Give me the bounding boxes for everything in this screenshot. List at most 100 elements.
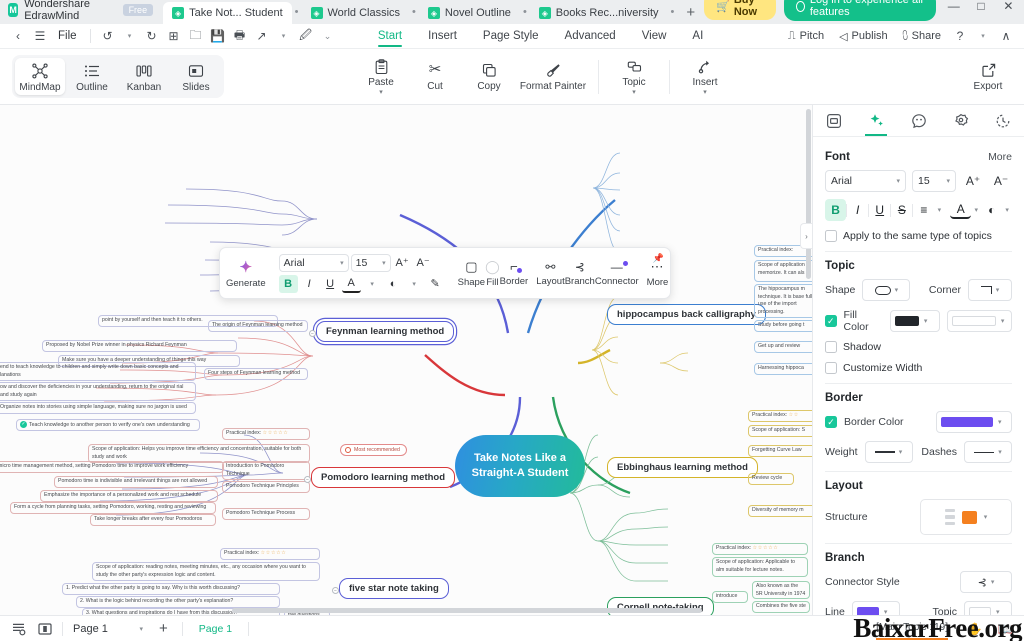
topic-button[interactable]: Topic ▾ xyxy=(608,56,660,97)
panel-font-size-select[interactable]: 15 ▾ xyxy=(912,170,956,192)
topic-caret-icon[interactable]: ▾ xyxy=(632,89,636,96)
insert-caret-icon[interactable]: ▾ xyxy=(703,89,707,96)
topic-pomodoro[interactable]: Pomodoro learning method xyxy=(311,467,456,488)
border-button[interactable]: ⌐ Border xyxy=(500,259,529,287)
topic-five-star[interactable]: five star note taking xyxy=(339,578,449,599)
panel-highlight-button[interactable]: ◐ xyxy=(981,199,1002,221)
border-color-swatch[interactable]: ▾ xyxy=(936,411,1012,433)
redo-icon[interactable]: ↻ xyxy=(142,26,162,46)
subtopic[interactable]: Pomodoro Technique Principles xyxy=(222,481,310,493)
buy-now-button[interactable]: 🛒 Buy Now xyxy=(704,0,777,20)
border-color-checkbox[interactable]: ✓ xyxy=(825,416,837,428)
subtopic[interactable]: The hippocampus m technique. It is base … xyxy=(754,284,812,318)
layout-button[interactable]: ⚯ Layout xyxy=(536,260,565,287)
subtopic[interactable]: Harnessing hippoca xyxy=(754,363,812,375)
subtopic[interactable]: Emphasize the importance of a personaliz… xyxy=(40,490,218,502)
most-recommended-badge[interactable]: Most recommended xyxy=(340,444,407,456)
shape-select[interactable]: ▾ xyxy=(862,279,911,301)
page-chip[interactable]: Page 1 xyxy=(189,623,242,635)
view-slides-button[interactable]: Slides xyxy=(171,58,221,95)
customize-width-checkbox[interactable] xyxy=(825,362,837,374)
subtopic-teach[interactable]: ✓ Teach knowledge to another person to ve… xyxy=(16,419,200,432)
font-more-button[interactable]: More xyxy=(988,151,1012,163)
subtopic[interactable]: Study before going t xyxy=(754,320,812,332)
subtopic[interactable]: Combines the five ste xyxy=(752,601,810,613)
collapse-handle-pomodoro[interactable]: − xyxy=(304,476,311,483)
subtopic[interactable]: 1. Predict what the other party is going… xyxy=(62,583,280,595)
highlight-caret-icon[interactable]: ▾ xyxy=(1002,199,1012,221)
save-icon[interactable]: 💾 xyxy=(208,26,228,46)
apply-same-type-row[interactable]: Apply to the same type of topics xyxy=(825,230,1012,242)
corner-select[interactable]: ▾ xyxy=(968,279,1012,301)
panel-collapse-button[interactable]: › xyxy=(800,223,812,249)
doc-tab-0[interactable]: ◈ Take Not... Student xyxy=(163,2,292,24)
collapse-handle-five-star[interactable]: − xyxy=(332,587,339,594)
back-icon[interactable]: ‹ xyxy=(8,26,28,46)
subtopic[interactable]: Scope of application memorize. It can al… xyxy=(754,260,812,282)
align-caret-icon[interactable]: ▾ xyxy=(935,199,945,221)
canvas-vertical-scrollbar[interactable] xyxy=(806,109,811,279)
border-weight-select[interactable]: ▾ xyxy=(864,441,913,463)
subtopic[interactable]: Scope of application: reading notes, mee… xyxy=(92,562,320,582)
underline-button[interactable]: U xyxy=(321,275,340,293)
open-file-icon[interactable]: 🗀 xyxy=(186,26,206,46)
shape-button[interactable]: ▢ Shape xyxy=(458,259,485,288)
doc-tab-3[interactable]: ◈ Books Rec...niversity xyxy=(530,2,668,24)
maximize-button[interactable]: □ xyxy=(971,0,990,16)
border-dashes-select[interactable]: ▾ xyxy=(964,441,1012,463)
panel-align-button[interactable]: ≡ xyxy=(913,199,934,221)
panel-bold-button[interactable]: B xyxy=(825,199,847,221)
hamburger-icon[interactable]: ☰ xyxy=(30,26,50,46)
ribbon-tab-view[interactable]: View xyxy=(642,28,667,45)
font-family-select[interactable]: Arial ▾ xyxy=(278,253,349,272)
panel-decrease-font-button[interactable]: A⁻ xyxy=(990,170,1012,192)
panel-strikethrough-button[interactable]: S xyxy=(891,199,912,221)
collapse-ribbon-icon[interactable]: ∧ xyxy=(996,26,1016,46)
connector-button[interactable]: — Connector xyxy=(595,260,639,287)
subtopic[interactable]: Scope of application: Applicable to alm … xyxy=(712,557,808,577)
subtopic[interactable]: Four steps of Feynman learning method xyxy=(204,368,308,380)
cut-button[interactable]: ✂ Cut xyxy=(409,60,461,94)
panel-font-family-select[interactable]: Arial ▾ xyxy=(825,170,906,192)
subtopic[interactable]: Review cycle xyxy=(748,473,794,485)
panel-tab-smiley[interactable] xyxy=(897,105,939,136)
doc-tab-2[interactable]: ◈ Novel Outline xyxy=(419,2,520,24)
ribbon-tab-advanced[interactable]: Advanced xyxy=(565,28,616,45)
bold-button[interactable]: B xyxy=(278,274,298,293)
subtopic[interactable]: end to teach knowledge to children and s… xyxy=(0,362,196,382)
pin-icon[interactable]: 📌 xyxy=(653,253,664,264)
print-icon[interactable]: 🖶 xyxy=(230,26,250,46)
ribbon-tab-page-style[interactable]: Page Style xyxy=(483,28,539,45)
subtopic[interactable]: Also known as the 5R University in 1974 xyxy=(752,581,810,599)
topic-hippocampus[interactable]: hippocampus back calligraphy xyxy=(607,304,766,325)
file-menu[interactable]: File xyxy=(52,30,83,42)
structure-select[interactable]: ▾ xyxy=(920,499,1012,535)
minimize-button[interactable]: — xyxy=(944,0,963,16)
undo-caret-icon[interactable]: ▾ xyxy=(120,26,140,46)
panel-font-color-button[interactable]: A xyxy=(950,201,972,219)
ai-generate-button[interactable]: ✦ Generate xyxy=(226,258,266,289)
mindmap-canvas[interactable]: Take Notes Like a Straight-A Student Fey… xyxy=(0,105,812,615)
view-kanban-button[interactable]: Kanban xyxy=(119,58,169,95)
subtopic[interactable]: Proposed by Nobel Prize winner in physic… xyxy=(42,340,237,352)
subtopic-practical-index[interactable]: Practical index: ☆☆☆☆☆ xyxy=(220,548,320,560)
undo-icon[interactable]: ↺ xyxy=(98,26,118,46)
connector-style-select[interactable]: ⊰ ▾ xyxy=(960,571,1012,593)
fill-color-checkbox[interactable]: ✓ xyxy=(825,315,837,327)
pitch-button[interactable]: ⎍ Pitch xyxy=(782,30,830,43)
export-caret-icon[interactable]: ▾ xyxy=(274,26,294,46)
help-icon[interactable]: ? xyxy=(950,26,970,46)
subtopic[interactable]: Pomodoro Technique Process xyxy=(222,508,310,520)
panel-tab-style[interactable] xyxy=(855,105,897,136)
export-share-icon[interactable]: ↗ xyxy=(252,26,272,46)
panel-tab-page[interactable] xyxy=(813,105,855,136)
increase-font-size-button[interactable]: A⁺ xyxy=(393,254,412,272)
branch-button[interactable]: ⊰ Branch xyxy=(565,260,595,287)
highlight-caret-icon[interactable]: ▾ xyxy=(405,275,424,293)
help-caret-icon[interactable]: ▾ xyxy=(973,26,993,46)
subtopic[interactable]: introduce xyxy=(712,591,748,603)
shadow-checkbox[interactable] xyxy=(825,341,837,353)
highlight-button[interactable]: ◐ xyxy=(384,275,403,293)
new-file-icon[interactable]: ⊞ xyxy=(164,26,184,46)
subtopic[interactable]: Introduction to Pomodoro Technique xyxy=(222,461,310,481)
